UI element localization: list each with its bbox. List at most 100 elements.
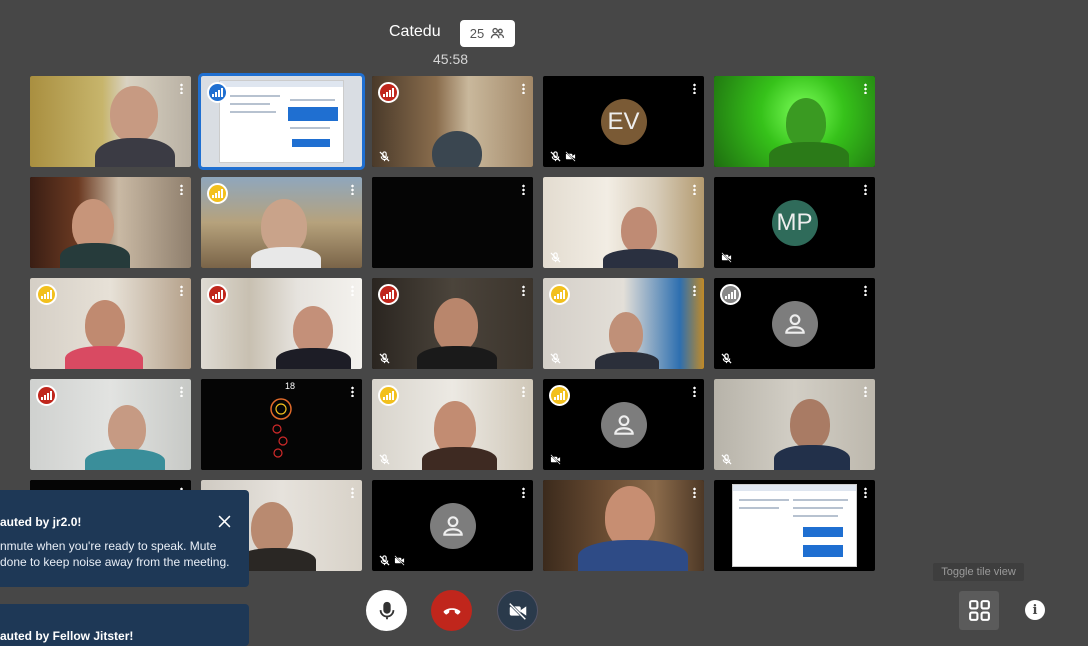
- meeting-header: Catedu 25 45:58: [0, 0, 1088, 70]
- participant-tile[interactable]: [543, 278, 704, 369]
- participant-tile[interactable]: [714, 379, 875, 470]
- tile-menu-icon[interactable]: [864, 285, 867, 296]
- participant-tile[interactable]: [30, 278, 191, 369]
- tile-menu-icon[interactable]: [351, 386, 354, 397]
- tile-menu-icon[interactable]: [693, 83, 696, 94]
- participant-tile[interactable]: [30, 379, 191, 470]
- screen-share-preview: [219, 80, 344, 163]
- notification-title: auted by jr2.0!: [0, 515, 82, 529]
- participant-tile[interactable]: [372, 76, 533, 167]
- mic-muted-icon: [721, 353, 732, 364]
- notification-title: auted by Fellow Jitster!: [0, 629, 134, 643]
- connection-indicator[interactable]: [36, 284, 57, 305]
- participant-tile[interactable]: [372, 278, 533, 369]
- mic-muted-icon: [550, 353, 561, 364]
- user-icon: [613, 414, 634, 435]
- video-off-icon: [508, 602, 526, 620]
- user-icon: [442, 515, 463, 536]
- participant-tile[interactable]: [543, 379, 704, 470]
- tile-menu-icon[interactable]: [693, 386, 696, 397]
- tile-menu-icon[interactable]: [180, 285, 183, 296]
- connection-indicator[interactable]: [549, 284, 570, 305]
- tile-menu-icon[interactable]: [693, 487, 696, 498]
- connection-indicator[interactable]: [378, 284, 399, 305]
- tile-menu-icon[interactable]: [864, 487, 867, 498]
- participant-tile[interactable]: MP: [714, 177, 875, 268]
- tile-menu-icon[interactable]: [522, 386, 525, 397]
- notification-muted: auted by Fellow Jitster!: [0, 604, 249, 646]
- mic-muted-icon: [379, 555, 390, 566]
- close-icon[interactable]: [218, 515, 231, 528]
- participant-tile[interactable]: EV: [543, 76, 704, 167]
- connection-indicator[interactable]: [207, 82, 228, 103]
- connection-indicator[interactable]: [36, 385, 57, 406]
- tile-menu-icon[interactable]: [351, 184, 354, 195]
- tile-menu-icon[interactable]: [522, 285, 525, 296]
- meeting-timer: 45:58: [433, 51, 469, 67]
- mic-muted-icon: [379, 151, 390, 162]
- participant-avatar: [600, 401, 647, 448]
- participant-avatar: MP: [771, 199, 818, 246]
- notification-muted: auted by jr2.0! nmute when you're ready …: [0, 490, 249, 587]
- connection-indicator[interactable]: [207, 284, 228, 305]
- camera-off-icon: [721, 252, 732, 263]
- tile-menu-icon[interactable]: [693, 285, 696, 296]
- participant-tile[interactable]: [201, 177, 362, 268]
- participant-tile[interactable]: [372, 379, 533, 470]
- microphone-button[interactable]: [366, 590, 407, 631]
- tile-menu-icon[interactable]: [522, 184, 525, 195]
- participant-count-button[interactable]: 25: [460, 20, 515, 47]
- microphone-icon: [379, 601, 394, 619]
- tile-menu-icon[interactable]: [522, 487, 525, 498]
- camera-off-icon: [565, 151, 576, 162]
- participant-tile[interactable]: [714, 76, 875, 167]
- mic-muted-icon: [550, 252, 561, 263]
- info-icon: i: [1032, 602, 1038, 618]
- participant-tile[interactable]: [201, 278, 362, 369]
- tile-view-icon: [968, 600, 990, 621]
- tile-menu-icon[interactable]: [693, 184, 696, 195]
- camera-button[interactable]: [497, 590, 538, 631]
- participant-avatar: EV: [600, 98, 647, 145]
- toggle-tile-view-button[interactable]: [959, 591, 999, 630]
- participant-avatar: [771, 300, 818, 347]
- tile-menu-icon[interactable]: [180, 83, 183, 94]
- room-name: Catedu: [389, 23, 441, 40]
- participant-tile[interactable]: [543, 177, 704, 268]
- game-counter: 18: [285, 381, 296, 391]
- participant-tile-screenshare[interactable]: [198, 73, 365, 170]
- screen-share-preview: [732, 484, 857, 567]
- tile-menu-icon[interactable]: [864, 386, 867, 397]
- info-button[interactable]: i: [1025, 600, 1045, 620]
- tile-menu-icon[interactable]: [351, 487, 354, 498]
- camera-off-icon: [550, 454, 561, 465]
- connection-indicator[interactable]: [207, 183, 228, 204]
- hangup-button[interactable]: [431, 590, 472, 631]
- participant-tile[interactable]: [372, 177, 533, 268]
- tile-menu-icon[interactable]: [522, 83, 525, 94]
- connection-indicator[interactable]: [549, 385, 570, 406]
- user-icon: [784, 313, 805, 334]
- participant-tile-screenshare[interactable]: [714, 480, 875, 571]
- connection-indicator[interactable]: [720, 284, 741, 305]
- participant-tile[interactable]: 18: [201, 379, 362, 470]
- mic-muted-icon: [550, 151, 561, 162]
- mic-muted-icon: [379, 353, 390, 364]
- tile-menu-icon[interactable]: [180, 386, 183, 397]
- participant-tile[interactable]: [372, 480, 533, 571]
- participant-video: [372, 177, 533, 268]
- tile-menu-icon[interactable]: [864, 184, 867, 195]
- tile-menu-icon[interactable]: [351, 285, 354, 296]
- participant-tile[interactable]: [543, 480, 704, 571]
- participant-tile[interactable]: [30, 76, 191, 167]
- notification-body-line2: done to keep noise away from the meeting…: [0, 555, 230, 569]
- tile-menu-icon[interactable]: [180, 184, 183, 195]
- mic-muted-icon: [721, 454, 732, 465]
- participant-tile[interactable]: [714, 278, 875, 369]
- participant-tile[interactable]: [30, 177, 191, 268]
- connection-indicator[interactable]: [378, 385, 399, 406]
- connection-indicator[interactable]: [378, 82, 399, 103]
- tile-menu-icon[interactable]: [864, 83, 867, 94]
- notification-body-line1: nmute when you're ready to speak. Mute: [0, 539, 217, 553]
- participant-count-value: 25: [469, 26, 485, 41]
